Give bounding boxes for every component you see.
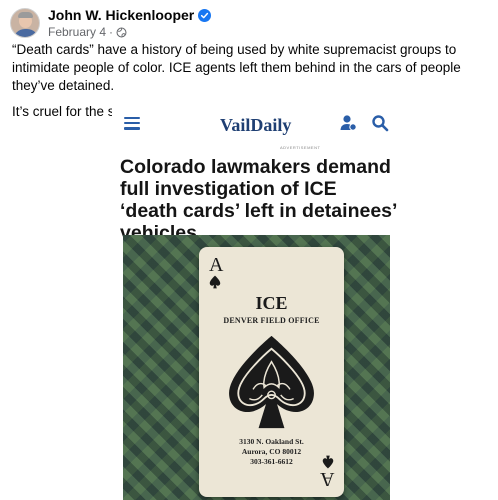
article-photo: A ICE DENVER FIELD OFFICE 3130 N. Oaklan…	[123, 235, 390, 500]
search-icon[interactable]	[371, 114, 389, 132]
user-icon[interactable]	[339, 114, 357, 132]
card-rank-bottom: A	[319, 468, 334, 490]
card-address-line1: 3130 N. Oakland St.	[239, 437, 304, 446]
embedded-article-screenshot[interactable]: VailDaily ADVERTISEMENT Colorado lawmake…	[112, 98, 401, 500]
spade-icon	[322, 455, 334, 469]
site-logo[interactable]: VailDaily	[220, 115, 291, 136]
card-title: ICE	[255, 293, 288, 313]
globe-icon	[116, 27, 127, 37]
spade-icon	[229, 335, 314, 429]
date-separator: ·	[109, 25, 114, 39]
post-header: John W. Hickenlooper February 4 ·	[10, 6, 212, 40]
article-headline[interactable]: Colorado lawmakers demand full investiga…	[120, 156, 398, 244]
post-date[interactable]: February 4	[48, 25, 106, 39]
site-navbar: VailDaily ADVERTISEMENT	[112, 98, 401, 150]
author-name[interactable]: John W. Hickenlooper	[48, 7, 194, 23]
card-rank-top: A	[209, 254, 224, 276]
card-subtitle: DENVER FIELD OFFICE	[223, 316, 320, 325]
avatar[interactable]	[10, 8, 40, 38]
advertisement-label: ADVERTISEMENT	[280, 145, 321, 150]
menu-icon[interactable]	[124, 116, 140, 130]
verified-badge-icon	[198, 8, 212, 22]
post-meta: John W. Hickenlooper February 4 ·	[48, 7, 212, 39]
post-subline: February 4 ·	[48, 25, 211, 39]
playing-card: A ICE DENVER FIELD OFFICE 3130 N. Oaklan…	[199, 247, 344, 497]
spade-icon	[209, 275, 221, 289]
nav-icons	[339, 114, 389, 132]
name-row: John W. Hickenlooper	[48, 7, 212, 23]
post-paragraph: “Death cards” have a history of being us…	[12, 42, 461, 93]
